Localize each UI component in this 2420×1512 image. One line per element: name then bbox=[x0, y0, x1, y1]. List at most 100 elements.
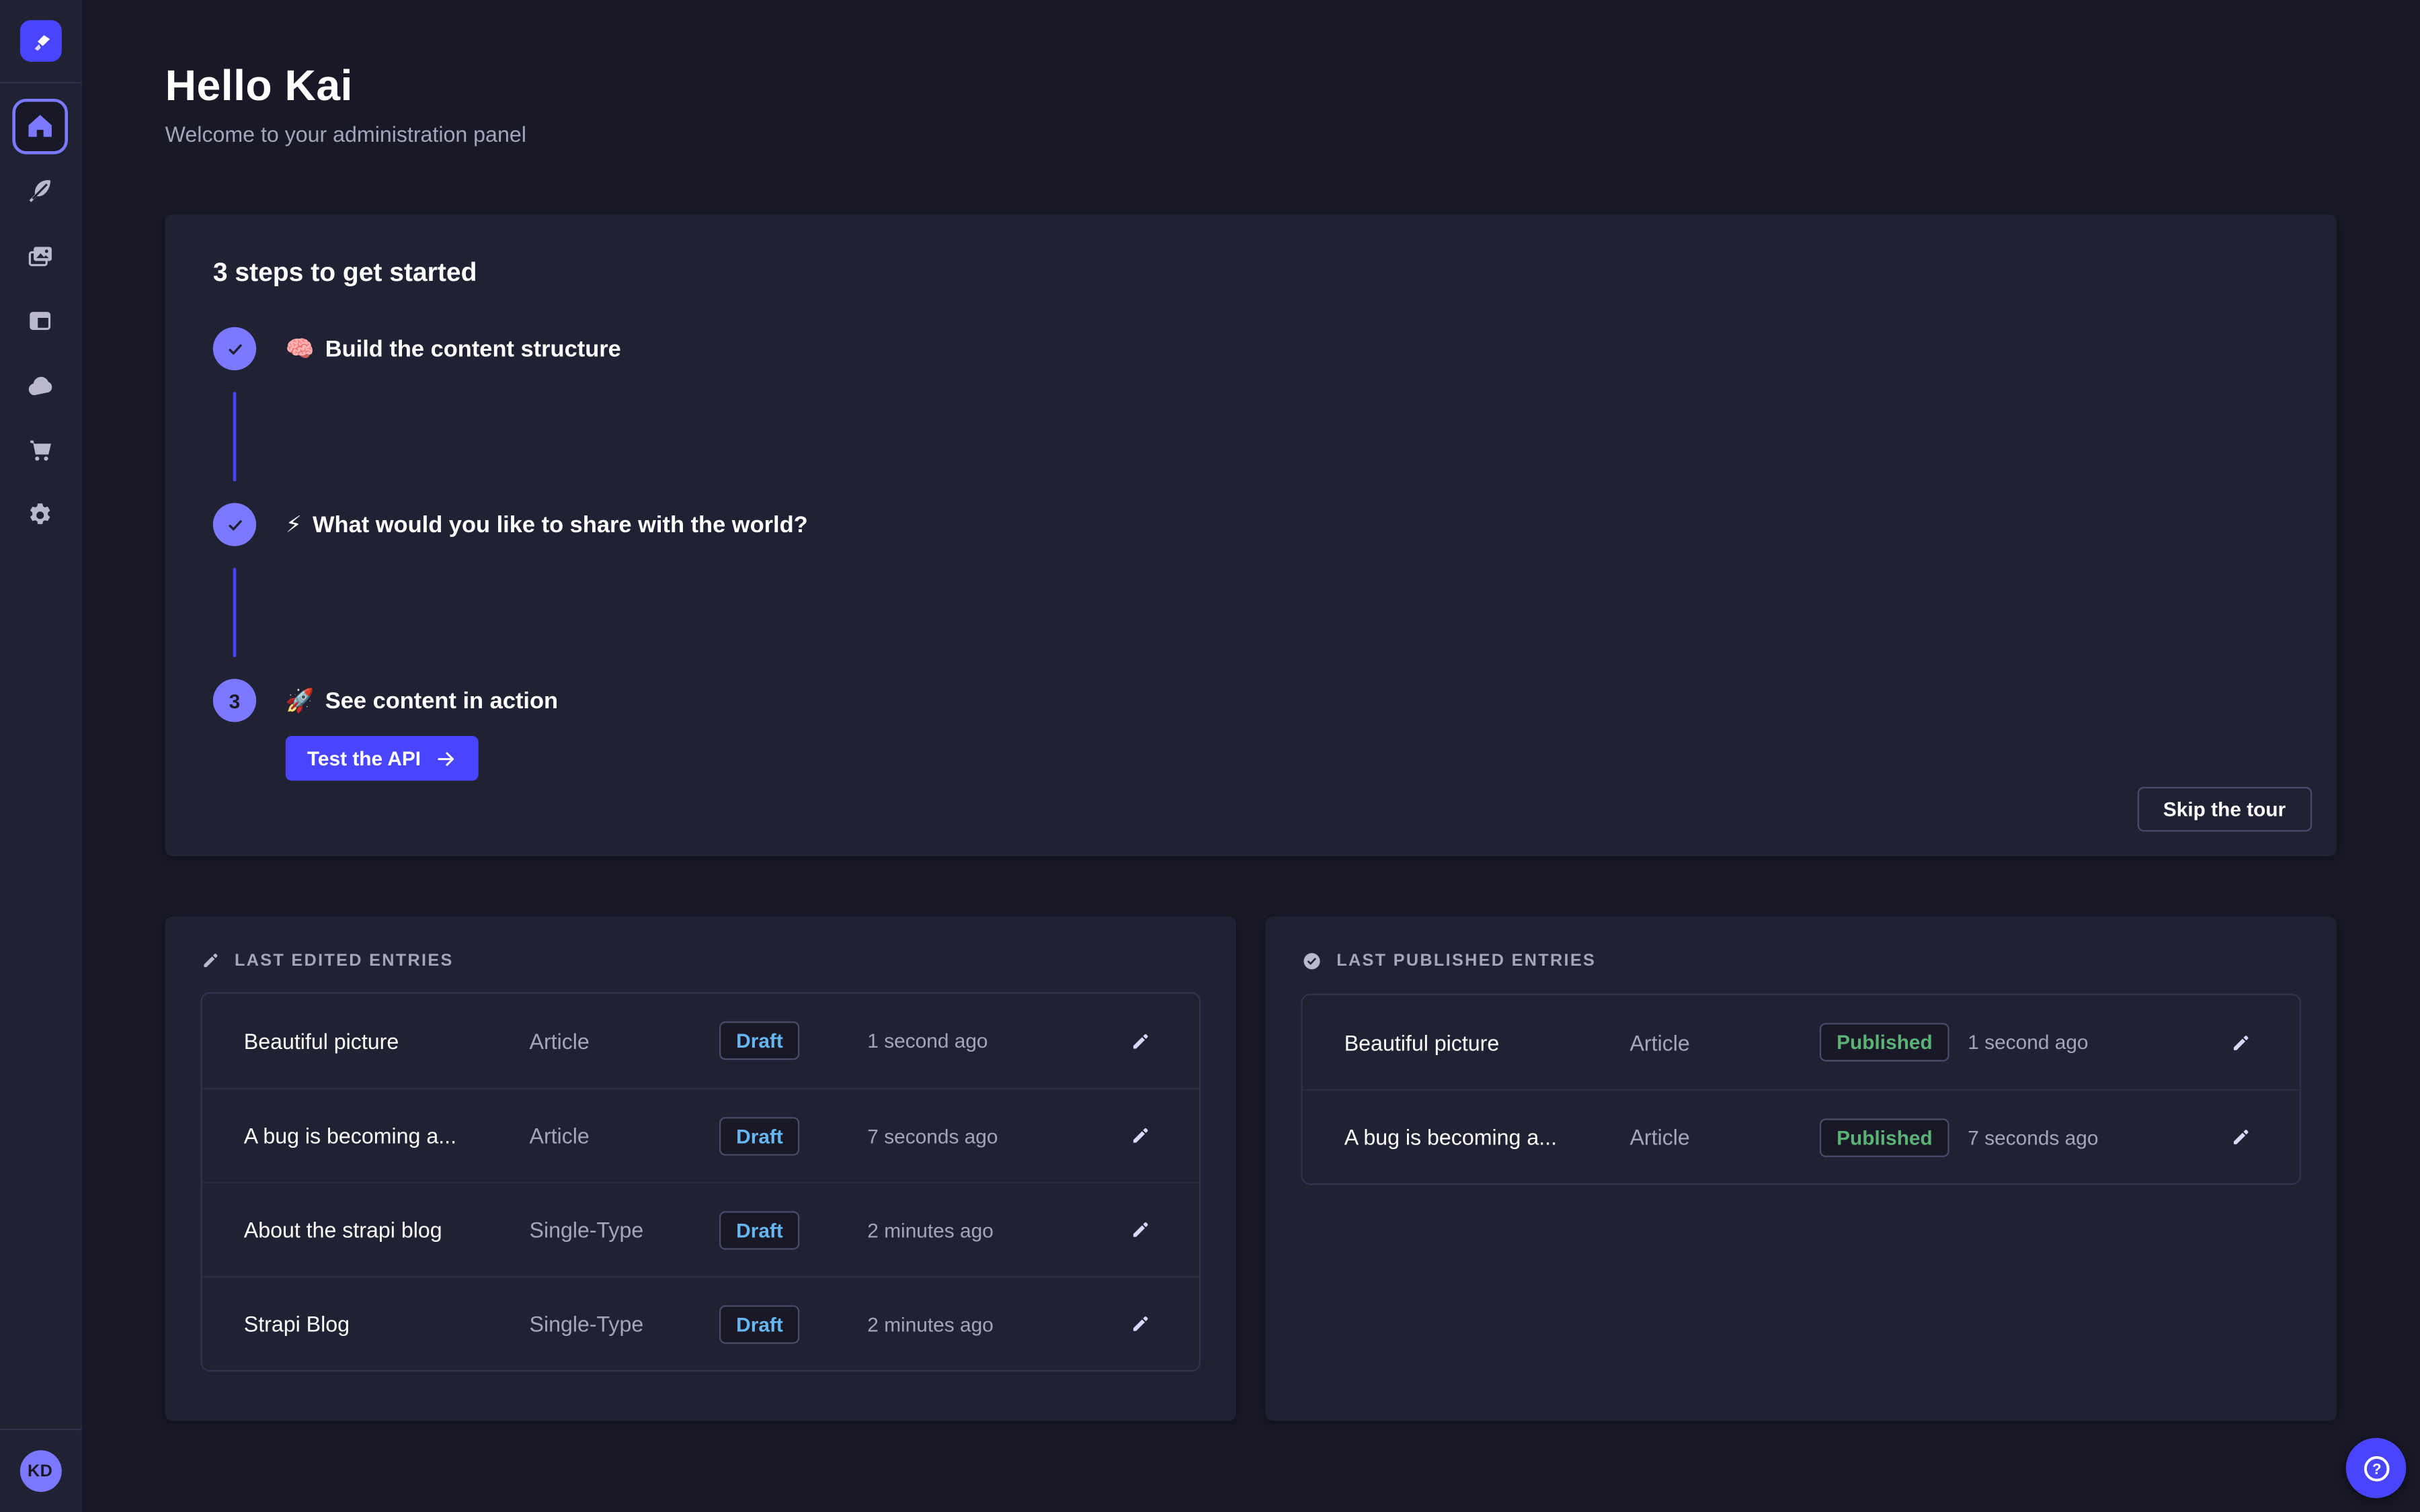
pencil-icon bbox=[2230, 1032, 2252, 1053]
entry-name: A bug is becoming a... bbox=[1344, 1125, 1630, 1150]
edit-entry-button[interactable] bbox=[2224, 1120, 2258, 1154]
entry-type: Article bbox=[530, 1028, 719, 1053]
svg-text:?: ? bbox=[2372, 1460, 2380, 1477]
sidebar-bottom: KD bbox=[0, 1429, 81, 1512]
strapi-logo[interactable] bbox=[19, 20, 61, 62]
entry-time: 2 minutes ago bbox=[867, 1218, 1102, 1241]
page-subtitle: Welcome to your administration panel bbox=[165, 122, 2337, 146]
entry-type: Single-Type bbox=[530, 1217, 719, 1242]
skip-tour-button[interactable]: Skip the tour bbox=[2137, 787, 2312, 832]
status-badge: Draft bbox=[719, 1021, 800, 1060]
test-api-button[interactable]: Test the API bbox=[286, 736, 478, 781]
sidebar-item-home[interactable] bbox=[12, 99, 68, 155]
check-circle-icon bbox=[1301, 950, 1322, 972]
sidebar: KD bbox=[0, 0, 82, 1512]
page-title: Hello Kai bbox=[165, 62, 2337, 111]
entry-time: 7 seconds ago bbox=[867, 1124, 1102, 1147]
status-badge: Draft bbox=[719, 1210, 800, 1249]
onboarding-steps: 🧠Build the content structure ⚡What would… bbox=[213, 327, 2312, 722]
sidebar-item-deploy[interactable] bbox=[12, 358, 68, 414]
home-icon bbox=[25, 111, 56, 142]
table-row: About the strapi blog Single-Type Draft … bbox=[202, 1182, 1199, 1276]
entry-time: 1 second ago bbox=[1968, 1031, 2202, 1054]
main-content: Hello Kai Welcome to your administration… bbox=[82, 0, 2420, 1512]
entry-name: About the strapi blog bbox=[244, 1217, 530, 1242]
step-build-content-structure: 🧠Build the content structure bbox=[213, 327, 2312, 370]
entry-time: 2 minutes ago bbox=[867, 1312, 1102, 1335]
entry-type: Article bbox=[530, 1123, 719, 1148]
sidebar-item-content-manager[interactable] bbox=[12, 293, 68, 349]
user-avatar[interactable]: KD bbox=[19, 1450, 61, 1492]
help-button[interactable]: ? bbox=[2346, 1438, 2407, 1499]
entry-type: Article bbox=[1629, 1125, 1819, 1150]
last-published-card: LAST PUBLISHED ENTRIES Beautiful picture… bbox=[1266, 917, 2337, 1421]
entry-name: A bug is becoming a... bbox=[244, 1123, 530, 1148]
entry-type: Article bbox=[1629, 1030, 1819, 1055]
sidebar-item-media-library[interactable] bbox=[12, 228, 68, 284]
step-see-content-in-action: 3 🚀See content in action bbox=[213, 679, 2312, 722]
pencil-icon bbox=[1130, 1125, 1152, 1146]
feather-icon bbox=[25, 176, 56, 207]
entries-cards-row: LAST EDITED ENTRIES Beautiful picture Ar… bbox=[165, 917, 2337, 1421]
last-edited-title: LAST EDITED ENTRIES bbox=[235, 951, 454, 970]
check-icon bbox=[223, 513, 246, 536]
table-row: Beautiful picture Article Published 1 se… bbox=[1303, 995, 2300, 1089]
skip-row: Skip the tour bbox=[213, 787, 2312, 832]
brain-emoji: 🧠 bbox=[286, 337, 315, 363]
step-done-indicator bbox=[213, 327, 256, 370]
sidebar-item-marketplace[interactable] bbox=[12, 423, 68, 478]
strapi-logo-icon bbox=[27, 28, 53, 54]
pencil-icon bbox=[1130, 1030, 1152, 1052]
entry-name: Strapi Blog bbox=[244, 1312, 530, 1337]
entry-name: Beautiful picture bbox=[244, 1028, 530, 1053]
cloud-icon bbox=[24, 370, 56, 402]
edit-entry-button[interactable] bbox=[1123, 1023, 1158, 1058]
edit-entry-button[interactable] bbox=[1123, 1307, 1158, 1341]
step-label: ⚡What would you like to share with the w… bbox=[286, 511, 808, 538]
sidebar-divider bbox=[0, 1429, 81, 1430]
gear-icon bbox=[25, 500, 56, 531]
pencil-icon bbox=[200, 950, 220, 970]
last-edited-table: Beautiful picture Article Draft 1 second… bbox=[200, 992, 1201, 1372]
status-badge: Published bbox=[1820, 1023, 1949, 1061]
cta-row: Test the API bbox=[286, 736, 2312, 781]
table-row: A bug is becoming a... Article Draft 7 s… bbox=[202, 1088, 1199, 1182]
entry-time: 1 second ago bbox=[867, 1029, 1102, 1052]
media-library-icon bbox=[25, 241, 56, 271]
entry-type: Single-Type bbox=[530, 1312, 719, 1337]
step-share-with-world: ⚡What would you like to share with the w… bbox=[213, 503, 2312, 546]
pencil-icon bbox=[1130, 1219, 1152, 1241]
step-label: 🧠Build the content structure bbox=[286, 335, 621, 362]
content-manager-icon bbox=[25, 306, 56, 337]
last-published-table: Beautiful picture Article Published 1 se… bbox=[1301, 994, 2301, 1185]
sidebar-item-content-type-builder[interactable] bbox=[12, 163, 68, 219]
step-label: 🚀See content in action bbox=[286, 687, 558, 714]
step-done-indicator bbox=[213, 503, 256, 546]
rocket-emoji: 🚀 bbox=[286, 688, 315, 714]
sidebar-item-settings[interactable] bbox=[12, 488, 68, 544]
edit-entry-button[interactable] bbox=[2224, 1025, 2258, 1060]
arrow-right-icon bbox=[435, 747, 456, 769]
last-edited-header: LAST EDITED ENTRIES bbox=[200, 950, 1201, 970]
last-edited-card: LAST EDITED ENTRIES Beautiful picture Ar… bbox=[165, 917, 1236, 1421]
step-connector bbox=[233, 568, 237, 657]
table-row: Strapi Blog Single-Type Draft 2 minutes … bbox=[202, 1276, 1199, 1370]
table-row: A bug is becoming a... Article Published… bbox=[1303, 1089, 2300, 1183]
onboarding-title: 3 steps to get started bbox=[213, 257, 2312, 288]
status-badge: Published bbox=[1820, 1118, 1949, 1156]
status-badge: Draft bbox=[719, 1116, 800, 1154]
pencil-icon bbox=[1130, 1313, 1152, 1335]
last-published-header: LAST PUBLISHED ENTRIES bbox=[1301, 950, 2301, 972]
status-badge: Draft bbox=[719, 1304, 800, 1343]
cart-icon bbox=[25, 435, 56, 466]
entry-time: 7 seconds ago bbox=[1968, 1126, 2202, 1148]
step-number-indicator: 3 bbox=[213, 679, 256, 722]
lightning-emoji: ⚡ bbox=[286, 512, 302, 538]
edit-entry-button[interactable] bbox=[1123, 1213, 1158, 1247]
edit-entry-button[interactable] bbox=[1123, 1119, 1158, 1153]
onboarding-card: 3 steps to get started 🧠Build the conten… bbox=[165, 214, 2337, 856]
last-published-title: LAST PUBLISHED ENTRIES bbox=[1336, 952, 1596, 971]
check-icon bbox=[223, 337, 246, 360]
admin-panel: KD Hello Kai Welcome to your administrat… bbox=[0, 0, 2420, 1512]
question-mark-icon: ? bbox=[2359, 1451, 2393, 1485]
